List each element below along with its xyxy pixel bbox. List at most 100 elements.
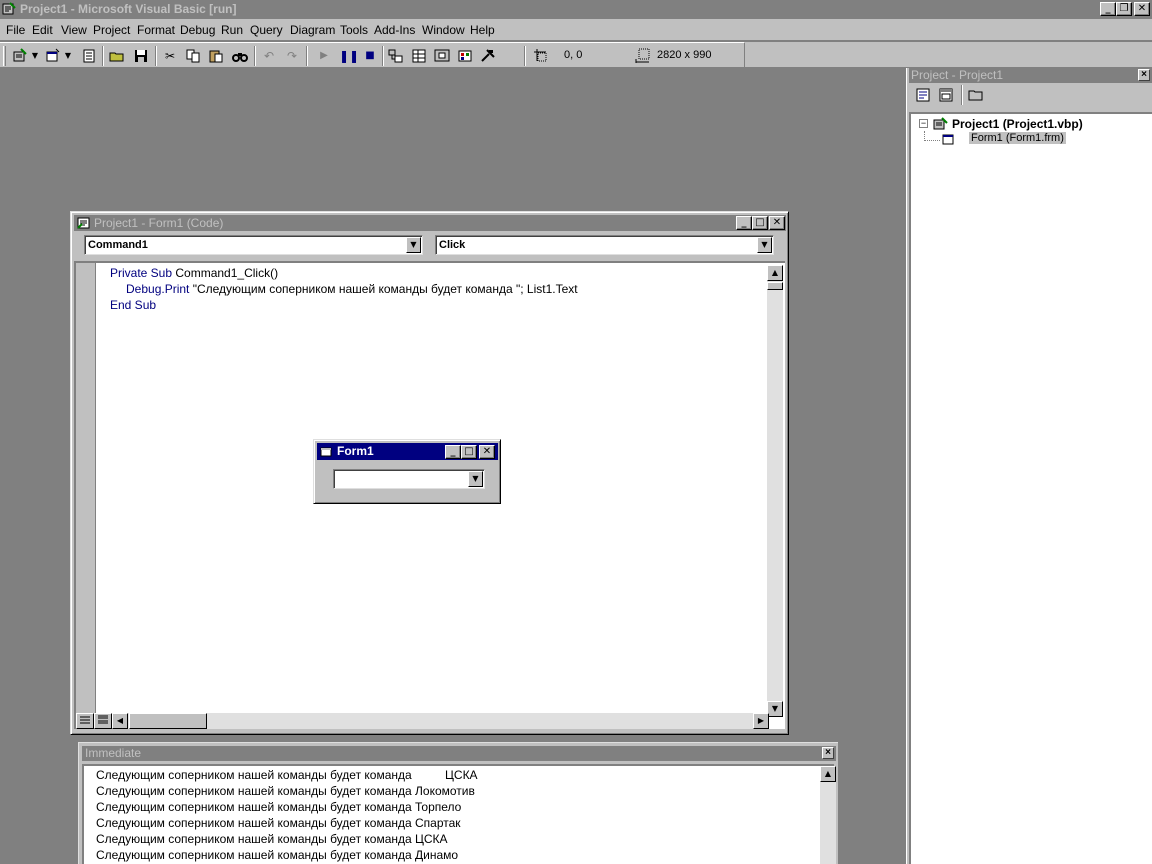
horizontal-scrollbar[interactable]: ◀ ▶ [112, 713, 769, 729]
collapse-icon[interactable]: − [919, 119, 928, 128]
menu-edit[interactable]: Edit [32, 23, 53, 37]
project-tree: − Project1 (Project1.vbp) Form1 (Form1.f… [909, 112, 1152, 864]
procedure-combo[interactable]: Click ▼ [435, 235, 774, 255]
scroll-thumb[interactable] [129, 713, 207, 729]
add-project-dropdown-icon[interactable]: ▼ [30, 47, 40, 65]
open-folder-icon[interactable] [108, 47, 126, 65]
paste-icon[interactable] [207, 47, 225, 65]
toolbar-empty-area [745, 42, 1152, 68]
menu-file[interactable]: File [6, 23, 25, 37]
immediate-title: Immediate [85, 746, 142, 760]
scroll-down-icon[interactable]: ▼ [767, 701, 783, 717]
close-icon[interactable]: × [822, 747, 834, 759]
menu-debug[interactable]: Debug [180, 23, 215, 37]
toolbar-separator [254, 46, 256, 66]
project-explorer-title[interactable]: Project - Project1 × [909, 68, 1152, 83]
add-form-icon[interactable] [44, 47, 62, 65]
menu-tools[interactable]: Tools [340, 23, 368, 37]
menu-diagram[interactable]: Diagram [290, 23, 335, 37]
tree-line [924, 140, 940, 141]
view-object-icon[interactable] [937, 86, 955, 104]
code-line-2: Debug.Print "Следующим соперником нашей … [126, 282, 578, 296]
copy-icon[interactable] [184, 47, 202, 65]
scroll-right-icon[interactable]: ▶ [753, 713, 769, 729]
immediate-line: Следующим соперником нашей команды будет… [96, 848, 459, 862]
break-icon[interactable]: ❚❚ [339, 47, 359, 65]
procedure-view-icon[interactable] [76, 713, 94, 729]
tree-item-form1[interactable]: Form1 (Form1.frm) [969, 132, 1066, 144]
code-keyword: Private Sub [110, 266, 173, 280]
menu-format[interactable]: Format [137, 23, 175, 37]
project-explorer-toolbar [911, 85, 1151, 107]
immediate-line: Следующим соперником нашей команды будет… [96, 784, 475, 798]
margin-indicator-bar[interactable] [76, 263, 96, 717]
minimize-icon[interactable]: _ [445, 445, 461, 459]
start-icon[interactable]: ▶ [315, 47, 333, 65]
full-module-view-icon[interactable] [94, 713, 112, 729]
scroll-up-icon[interactable]: ▲ [767, 265, 783, 281]
menu-run[interactable]: Run [221, 23, 243, 37]
immediate-title-bar[interactable]: Immediate × [82, 746, 836, 761]
add-project-icon[interactable] [11, 47, 29, 65]
chevron-down-icon[interactable]: ▼ [468, 471, 483, 487]
immediate-output[interactable]: Следующим соперником нашей команды будет… [82, 764, 836, 864]
properties-window-icon[interactable] [410, 47, 428, 65]
menu-window[interactable]: Window [422, 23, 465, 37]
toolbox-icon[interactable] [479, 47, 497, 65]
cut-icon[interactable]: ✂ [161, 47, 179, 65]
code-keyword: End Sub [110, 298, 157, 312]
tree-item-project[interactable]: Project1 (Project1.vbp) [952, 117, 1083, 131]
object-combo[interactable]: Command1 ▼ [84, 235, 423, 255]
menu-add-ins[interactable]: Add-Ins [374, 23, 415, 37]
main-title-bar[interactable]: Project1 - Microsoft Visual Basic [run] … [0, 0, 1152, 18]
end-icon[interactable]: ■ [361, 47, 379, 65]
scroll-up-icon[interactable]: ▲ [820, 766, 836, 782]
object-combo-value: Command1 [88, 239, 148, 251]
procedure-combo-value: Click [439, 239, 466, 251]
close-icon[interactable]: ✕ [769, 216, 785, 230]
vertical-scrollbar[interactable]: ▲ ▼ [767, 265, 783, 717]
restore-icon[interactable]: ❐ [1116, 2, 1132, 16]
object-browser-icon[interactable] [456, 47, 474, 65]
list1-combo[interactable]: ▼ [333, 469, 485, 489]
code-window-title-bar[interactable]: Project1 - Form1 (Code) _ □ ✕ [74, 215, 786, 231]
scroll-left-icon[interactable]: ◀ [112, 713, 128, 729]
maximize-icon[interactable]: □ [461, 445, 477, 459]
form1-title-bar[interactable]: Form1 _ □ ✕ [317, 443, 498, 460]
menu-view[interactable]: View [61, 23, 87, 37]
toolbar-separator [961, 85, 963, 105]
save-icon[interactable] [132, 47, 150, 65]
chevron-down-icon[interactable]: ▼ [406, 237, 421, 253]
add-form-dropdown-icon[interactable]: ▼ [63, 47, 73, 65]
form-layout-icon[interactable] [433, 47, 451, 65]
close-icon[interactable]: ✕ [479, 445, 495, 459]
position-readout: 0, 0 [564, 49, 583, 61]
menubar: File Edit View Project Format Debug Run … [0, 19, 1152, 41]
scroll-thumb[interactable] [767, 282, 783, 290]
minimize-icon[interactable]: _ [1100, 2, 1116, 16]
find-icon[interactable] [231, 47, 249, 65]
close-icon[interactable]: ✕ [1134, 2, 1150, 16]
menu-editor-icon[interactable] [80, 47, 98, 65]
menu-project[interactable]: Project [93, 23, 130, 37]
size-readout: 2820 x 990 [657, 49, 712, 61]
immediate-line: Следующим соперником нашей команды будет… [96, 832, 448, 846]
redo-icon[interactable]: ↷ [283, 47, 301, 65]
minimize-icon[interactable]: _ [736, 216, 752, 230]
vb-app-icon [2, 2, 16, 16]
code-window-title: Project1 - Form1 (Code) [94, 216, 224, 230]
toolbar-separator [102, 46, 104, 66]
toolbar-grip[interactable] [3, 46, 6, 66]
immediate-line: Следующим соперником нашей команды будет… [96, 800, 462, 814]
undo-icon[interactable]: ↶ [260, 47, 278, 65]
project-explorer-icon[interactable] [387, 47, 405, 65]
chevron-down-icon[interactable]: ▼ [757, 237, 772, 253]
vertical-scrollbar[interactable]: ▲ [820, 766, 836, 864]
view-code-icon[interactable] [914, 86, 932, 104]
toggle-folders-icon[interactable] [967, 86, 985, 104]
code-text: Command1_Click() [172, 266, 279, 280]
menu-help[interactable]: Help [470, 23, 495, 37]
close-icon[interactable]: × [1138, 69, 1150, 81]
menu-query[interactable]: Query [250, 23, 283, 37]
maximize-icon[interactable]: □ [752, 216, 768, 230]
